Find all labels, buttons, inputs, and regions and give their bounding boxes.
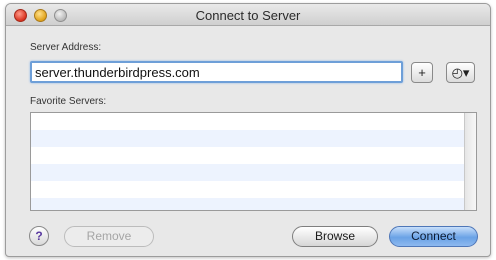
server-address-label: Server Address:: [30, 42, 102, 53]
favorite-servers-list[interactable]: [30, 112, 477, 211]
connect-to-server-window: Connect to Server Server Address: + ◴▾ F…: [5, 3, 491, 257]
list-item[interactable]: [31, 113, 476, 130]
add-favorite-button[interactable]: +: [411, 62, 433, 83]
list-item[interactable]: [31, 130, 476, 147]
list-item[interactable]: [31, 181, 476, 198]
list-item[interactable]: [31, 198, 476, 210]
list-scrollbar[interactable]: [464, 113, 476, 210]
favorite-servers-label: Favorite Servers:: [30, 96, 107, 107]
help-button[interactable]: ?: [29, 226, 49, 246]
title-bar: Connect to Server: [6, 4, 490, 26]
list-item[interactable]: [31, 147, 476, 164]
window-title: Connect to Server: [195, 8, 301, 23]
remove-button[interactable]: Remove: [64, 226, 154, 247]
server-address-input[interactable]: [30, 61, 403, 83]
browse-button[interactable]: Browse: [292, 226, 378, 247]
list-item[interactable]: [31, 164, 476, 181]
connect-button[interactable]: Connect: [389, 226, 478, 247]
recent-servers-button[interactable]: ◴▾: [446, 62, 475, 83]
